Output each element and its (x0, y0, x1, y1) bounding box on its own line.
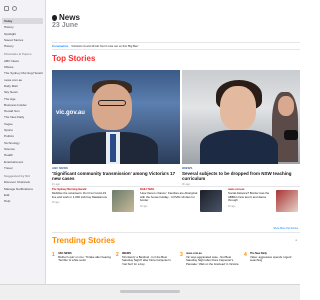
sidebar-item[interactable]: History (2, 24, 43, 30)
story-title[interactable]: Mobilise the volunteers: Don't let Covid… (52, 191, 110, 199)
show-more-link[interactable]: Show More Top Stories (273, 227, 298, 230)
story-time: 3h ago (52, 201, 60, 204)
ticker-source: Coronavirus (52, 44, 69, 48)
story-title[interactable]: Social distance? Border loss the ABBA's … (228, 191, 272, 203)
hero-image-right[interactable] (182, 70, 300, 164)
sidebar-list: Today History Spotlight Saved Stories Histor… (0, 18, 45, 205)
sidebar-item[interactable]: Travel (2, 165, 43, 171)
app-window: Today History Spotlight Saved Stories Histor… (0, 0, 300, 300)
sidebar-item[interactable]: The Age (2, 96, 43, 102)
story-card[interactable]: news.com.au Social distance? Border loss… (228, 188, 272, 222)
sidebar-item[interactable]: Technology (2, 140, 43, 146)
publisher-label: 9NEWS (182, 166, 193, 170)
brand-title: News (59, 13, 80, 22)
small-stories-row: The Sydney Morning Herald Mobilise the v… (52, 188, 300, 222)
story-thumbnail[interactable] (112, 190, 134, 212)
more-icon[interactable]: ● (295, 238, 297, 242)
sidebar-section-header: Channels & Topics (4, 52, 32, 57)
divider (52, 232, 300, 233)
trending-item[interactable]: 2 9NEWS 'Drunkenly' a Bestbud - Is it th… (116, 252, 178, 282)
story-title[interactable]: 'Drunkenly' a Bestbud - Is it the Best S… (122, 255, 176, 266)
sidebar-item[interactable]: Discover Channels (2, 179, 43, 185)
trending-item[interactable]: 4 The New Daily Video: aggressive spends… (244, 252, 300, 282)
story-time: 3h ago (140, 204, 148, 208)
story-thumbnail[interactable] (200, 190, 222, 212)
sidebar-item[interactable]: Politics (2, 133, 43, 139)
sidebar-item[interactable]: Sky News (2, 89, 43, 95)
story-title[interactable]: Video: aggressive spends 'urgent' search… (250, 255, 298, 263)
hero-image-left[interactable]: vic.gov.au (52, 70, 180, 164)
sidebar-toolbar (0, 0, 45, 18)
story-time: 4h ago (228, 204, 236, 208)
sidebar: Today History Spotlight Saved Stories Histor… (0, 0, 46, 284)
apple-logo-icon (52, 14, 57, 21)
hero-caption-right[interactable]: 9NEWS Several subjects to be dropped fro… (182, 166, 300, 186)
search-icon[interactable] (12, 6, 17, 11)
microphone-icon (284, 130, 298, 140)
trending-row: 1 ABC NEWS Mother's quiz on zoo: 'I'll t… (52, 252, 300, 282)
brand: News (52, 13, 80, 22)
top-stories-heading: Top Stories (52, 54, 96, 63)
sidebar-item[interactable]: The New Daily (2, 114, 43, 120)
story-title[interactable]: Vic says aggravated case - Not Best Satu… (186, 255, 240, 266)
date-label: 23 June (52, 22, 79, 29)
breaking-ticker[interactable]: Coronavirus Victoria's Covid-19 toll: Do… (52, 42, 300, 50)
sidebar-item[interactable]: The Sydney Morning Herald (2, 70, 43, 76)
sidebar-item[interactable]: History (2, 43, 43, 49)
ticker-text: Victoria's Covid-19 toll: Don't miss out… (71, 44, 139, 48)
sidebar-item[interactable]: Health (2, 152, 43, 158)
sidebar-item[interactable]: Entertainment (2, 159, 43, 165)
home-indicator[interactable] (120, 290, 180, 293)
image-sign-text: vic.gov.au (56, 110, 85, 116)
image-figure (200, 130, 278, 164)
story-title[interactable]: Mother's quiz on zoo: 'I'll take after h… (58, 255, 112, 263)
header: News 23 June (52, 13, 80, 29)
hero-caption-left[interactable]: ABC NEWS 'Significant community transmis… (52, 166, 180, 186)
story-title[interactable]: 'How there's chance': Families are Abori… (140, 191, 198, 203)
story-card[interactable]: DAILY MAIL 'How there's chance': Familie… (140, 188, 198, 222)
story-title[interactable]: Several subjects to be dropped from NSW … (182, 171, 300, 181)
trending-item[interactable]: 1 ABC NEWS Mother's quiz on zoo: 'I'll t… (52, 252, 114, 282)
divider (52, 186, 300, 187)
story-card[interactable]: The Sydney Morning Herald Mobilise the v… (52, 188, 110, 222)
story-thumbnail[interactable] (276, 190, 298, 212)
trending-item[interactable]: 3 news.com.au Vic says aggravated case -… (180, 252, 242, 282)
sidebar-item[interactable]: Help (2, 198, 43, 204)
publisher-label: ABC NEWS (52, 166, 69, 170)
sidebar-item[interactable]: Spotlight (2, 31, 43, 37)
sidebar-toggle-icon[interactable] (4, 6, 9, 11)
main-content: News 23 June Coronavirus Victoria's Covi… (46, 0, 300, 284)
story-title[interactable]: 'Significant community transmission' amo… (52, 171, 180, 181)
